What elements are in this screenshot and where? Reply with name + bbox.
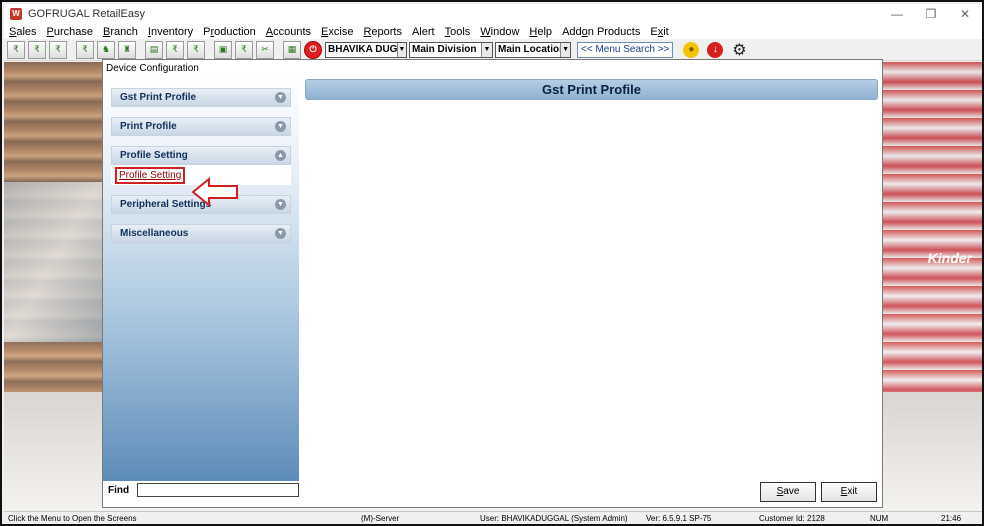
division-combo[interactable]: Main Division ▼ [409,41,493,58]
chevron-down-icon[interactable]: ▼ [275,199,286,210]
menu-alert[interactable]: Alert [407,26,440,38]
menu-addon-products[interactable]: Addon Products [557,26,645,38]
status-version: Ver: 6.5.9.1 SP-75 [646,514,712,523]
toolbar: ₹ ₹ ₹ ₹ ♞ ♜ ▤ ₹ ₹ ▣ ₹ ✂ ▦ ⏻ BHAVIKA DUGG… [4,39,982,61]
nav-panel: Gst Print Profile ▼ Print Profile ▼ Prof… [103,77,299,481]
menu-tools[interactable]: Tools [440,26,476,38]
delivery-shortcut-icon[interactable]: ♜ [118,40,136,59]
status-hint: Click the Menu to Open the Screens [8,514,137,523]
chevron-down-icon[interactable]: ▼ [275,228,286,239]
status-user: User: BHAVIKADUGGAL (System Admin) [480,514,628,523]
download-icon[interactable]: ↓ [707,41,724,58]
gear-icon[interactable]: ⚙ [731,42,747,59]
customer-shortcut-icon[interactable]: ♞ [97,40,115,59]
status-num: NUM [870,514,889,523]
chart-shortcut-icon[interactable]: ▦ [283,40,301,59]
menu-help[interactable]: Help [524,26,557,38]
nav-group-label: Miscellaneous [120,228,189,239]
nav-group-label: Print Profile [120,121,177,132]
exit-button[interactable]: Exit [821,482,877,502]
minimize-button[interactable]: — [880,4,914,24]
chat-icon[interactable]: ● [683,41,700,58]
menu-window[interactable]: Window [475,26,524,38]
close-button[interactable]: ✕ [948,4,982,24]
menu-inventory[interactable]: Inventory [143,26,198,38]
chevron-down-icon: ▼ [481,42,492,57]
left-display-graphic [4,182,104,342]
window-title: GOFRUGAL RetailEasy [28,8,145,20]
location-combo[interactable]: Main Location ▼ [495,41,571,58]
chevron-down-icon[interactable]: ▼ [275,92,286,103]
menu-accounts[interactable]: Accounts [261,26,316,38]
user-combo[interactable]: BHAVIKA DUGG/▼ [325,41,407,58]
menu-production[interactable]: Production [198,26,261,38]
chevron-down-icon[interactable]: ▼ [275,121,286,132]
menu-purchase[interactable]: Purchase [42,26,98,38]
find-label: Find [108,484,130,496]
menu-excise[interactable]: Excise [316,26,358,38]
nav-group-label: Profile Setting [120,150,188,161]
chevron-down-icon: ▼ [396,42,406,57]
content-header: Gst Print Profile [305,79,878,100]
nav-group-miscellaneous[interactable]: Miscellaneous ▼ [111,224,291,243]
nav-group-print-profile[interactable]: Print Profile ▼ [111,117,291,136]
purchase-shortcut-icon[interactable]: ₹ [28,40,46,59]
status-time: 21:46 [941,514,962,523]
menu-reports[interactable]: Reports [358,26,407,38]
menu-exit[interactable]: Exit [645,26,673,38]
chevron-down-icon: ▼ [560,42,570,57]
save-button[interactable]: Save [760,482,816,502]
app-logo-icon: W [10,8,22,20]
right-shelf-graphic [882,62,982,392]
returns-shortcut-icon[interactable]: ₹ [49,40,67,59]
transfer-shortcut-icon[interactable]: ₹ [235,40,253,59]
receipt-shortcut-icon[interactable]: ₹ [76,40,94,59]
menu-sales[interactable]: Sales [4,26,42,38]
status-customer-id: Customer Id: 2128 [759,514,825,523]
callout-arrow-icon [191,177,238,207]
print-shortcut-icon[interactable]: ▤ [145,40,163,59]
menu-bar: Sales Purchase Branch Inventory Producti… [4,24,982,39]
tools-shortcut-icon[interactable]: ✂ [256,40,274,59]
status-server: (M)-Server [361,514,400,523]
app-window: W GOFRUGAL RetailEasy — ❐ ✕ Sales Purcha… [0,0,984,526]
sales-shortcut-icon[interactable]: ₹ [7,40,25,59]
title-bar: W GOFRUGAL RetailEasy — ❐ ✕ [4,4,982,24]
expense-shortcut-icon[interactable]: ₹ [187,40,205,59]
device-configuration-window: Device Configuration Gst Print Profile ▼… [102,59,883,508]
power-icon[interactable]: ⏻ [304,40,322,59]
find-input[interactable] [137,483,299,497]
nav-group-profile-setting[interactable]: Profile Setting ▲ [111,146,291,165]
stock-shortcut-icon[interactable]: ▣ [214,40,232,59]
nav-group-label: Gst Print Profile [120,92,197,103]
status-bar: Click the Menu to Open the Screens (M)-S… [4,511,982,524]
restore-button[interactable]: ❐ [914,4,948,24]
find-bar: Find [103,481,299,499]
menu-branch[interactable]: Branch [98,26,143,38]
kinder-brand-text: Kinder [927,250,972,266]
nav-group-gst-print-profile[interactable]: Gst Print Profile ▼ [111,88,291,107]
profile-setting-link[interactable]: Profile Setting [115,167,186,184]
menu-search-input[interactable]: << Menu Search >> [577,41,674,58]
child-window-title: Device Configuration [103,60,882,77]
payment-shortcut-icon[interactable]: ₹ [166,40,184,59]
chevron-up-icon[interactable]: ▲ [275,150,286,161]
